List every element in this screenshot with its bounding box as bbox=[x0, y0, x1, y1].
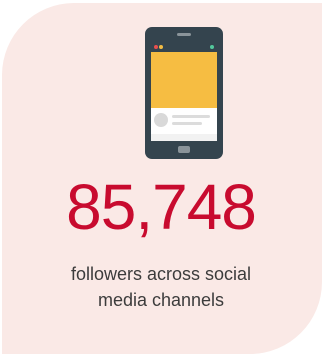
status-dot-yellow bbox=[159, 45, 163, 49]
followers-count: 85,748 bbox=[66, 171, 257, 243]
mobile-phone-icon bbox=[145, 27, 223, 159]
caption-line: followers across social bbox=[70, 264, 252, 284]
caption-line: media channels bbox=[97, 290, 225, 310]
post-image bbox=[151, 52, 217, 108]
phone-speaker bbox=[177, 33, 191, 36]
phone-screen bbox=[151, 42, 217, 141]
screen-status-bar bbox=[151, 42, 217, 52]
text-line bbox=[172, 122, 202, 125]
avatar bbox=[154, 113, 168, 127]
status-dot-green bbox=[210, 45, 214, 49]
screen-divider bbox=[151, 134, 217, 141]
text-line bbox=[172, 115, 210, 118]
followers-caption: followers across social media channels bbox=[40, 261, 282, 313]
status-dot-red bbox=[154, 45, 158, 49]
home-button bbox=[178, 146, 190, 153]
